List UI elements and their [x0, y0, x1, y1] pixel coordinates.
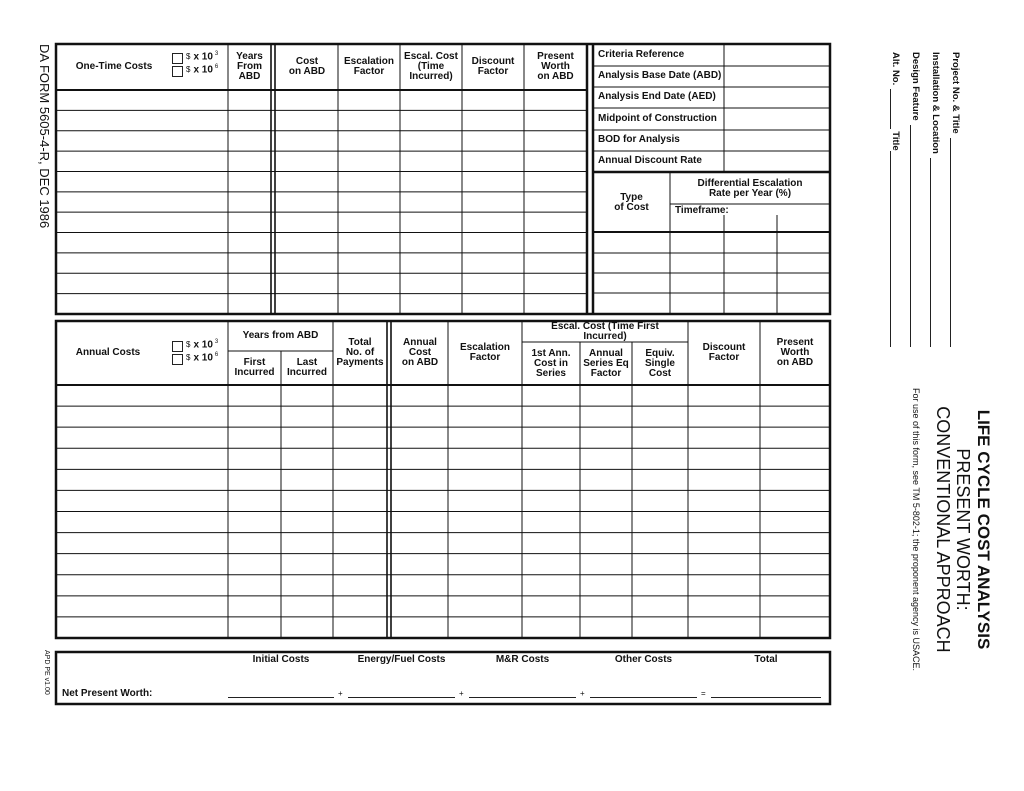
usage-note: For use of this form, see TM 5-802-1; th… [911, 388, 921, 671]
project-title-field[interactable]: Project No. & Title [950, 52, 970, 347]
header-annual-present-worth: Present Worth on ABD [776, 337, 814, 368]
npw-other-field[interactable] [590, 697, 697, 698]
header-total-payments: Total No. of Payments [336, 337, 384, 368]
header-annual-escalation-factor: Escalation Factor [459, 342, 511, 363]
midpoint-construction-label: Midpoint of Construction [598, 113, 717, 124]
npw-total: Total [754, 654, 778, 665]
millions-unit: $ x 10 6 [186, 64, 219, 76]
npw-label: Net Present Worth: [62, 688, 153, 699]
header-years-from-abd: Years From ABD [236, 51, 263, 82]
header-cost-on-abd: Cost on ABD [288, 56, 326, 77]
header-first-incurred: First Incurred [234, 357, 275, 378]
annual-costs-label: Annual Costs [75, 347, 141, 358]
project-title-label: Project No. & Title [950, 52, 961, 134]
differential-escalation-header: Differential Escalation Rate per Year (%… [697, 178, 803, 199]
thousands-unit: $ x 10 3 [186, 51, 219, 63]
alt-title-label: Title [890, 131, 901, 151]
criteria-reference-label: Criteria Reference [598, 49, 685, 60]
bod-analysis-label: BOD for Analysis [598, 134, 680, 145]
header-escal-cost-group: Escal. Cost (Time First Incurred) [551, 321, 659, 342]
header-escal-cost: Escal. Cost (Time Incurred) [404, 51, 458, 82]
header-discount-factor: Discount Factor [471, 56, 515, 77]
design-feature-label: Design Feature [910, 52, 921, 121]
npw-mr-costs: M&R Costs [495, 654, 550, 665]
plus-operator: + [459, 689, 464, 698]
one-time-costs-label: One-Time Costs [75, 61, 153, 72]
plus-operator: + [338, 689, 343, 698]
analysis-end-date-label: Analysis End Date (AED) [598, 91, 716, 102]
header-first-ann-cost: 1st Ann. Cost in Series [531, 348, 571, 379]
header-equiv-single-cost: Equiv. Single Cost [644, 348, 675, 379]
alt-field[interactable]: Alt. No. Title [890, 52, 910, 347]
alt-no-label: Alt. No. [890, 52, 901, 86]
millions-checkbox[interactable] [172, 66, 183, 77]
annual-thousands-checkbox[interactable] [172, 341, 183, 352]
form-title: LIFE CYCLE COST ANALYSIS PRESENT WORTH: … [911, 362, 993, 697]
annual-discount-rate-label: Annual Discount Rate [598, 155, 702, 166]
header-last-incurred: Last Incurred [286, 357, 327, 378]
header-annual-cost: Annual Cost on ABD [401, 337, 439, 368]
title-line-1: LIFE CYCLE COST ANALYSIS [974, 409, 993, 650]
npw-energy-field[interactable] [348, 697, 455, 698]
annual-millions-unit: $ x 10 6 [186, 352, 219, 364]
npw-energy-costs: Energy/Fuel Costs [357, 654, 446, 665]
form-grid-lines [54, 42, 832, 706]
annual-thousands-unit: $ x 10 3 [186, 339, 219, 351]
npw-other-costs: Other Costs [614, 654, 673, 665]
header-present-worth: Present Worth on ABD [537, 51, 574, 82]
thousands-checkbox[interactable] [172, 53, 183, 64]
equals-operator: = [701, 689, 706, 698]
type-of-cost-header: Type of Cost [614, 192, 649, 213]
header-annual-series-factor: Annual Series Eq Factor [583, 348, 629, 379]
header-annual-discount-factor: Discount Factor [702, 342, 746, 363]
title-line-3: CONVENTIONAL APPROACH [933, 406, 953, 653]
form-id: DA FORM 5605-4-R, DEC 1986 [37, 44, 52, 229]
npw-total-field[interactable] [711, 697, 821, 698]
header-years-from-abd-group: Years from ABD [242, 330, 319, 341]
title-line-2: PRESENT WORTH: [953, 448, 973, 611]
project-fields: Project No. & Title Installation & Locat… [890, 52, 970, 347]
installation-field[interactable]: Installation & Location [930, 52, 950, 347]
npw-initial-costs: Initial Costs [252, 654, 310, 665]
npw-mr-field[interactable] [469, 697, 576, 698]
plus-operator: + [580, 689, 585, 698]
analysis-base-date-label: Analysis Base Date (ABD) [598, 70, 722, 81]
annual-millions-checkbox[interactable] [172, 354, 183, 365]
form-version: APD PE v1.00 [43, 650, 50, 695]
timeframe-label: Timeframe: [675, 205, 729, 216]
design-feature-field[interactable]: Design Feature [910, 52, 930, 347]
npw-initial-field[interactable] [228, 697, 334, 698]
installation-label: Installation & Location [930, 52, 941, 154]
header-escalation-factor: Escalation Factor [343, 56, 395, 77]
